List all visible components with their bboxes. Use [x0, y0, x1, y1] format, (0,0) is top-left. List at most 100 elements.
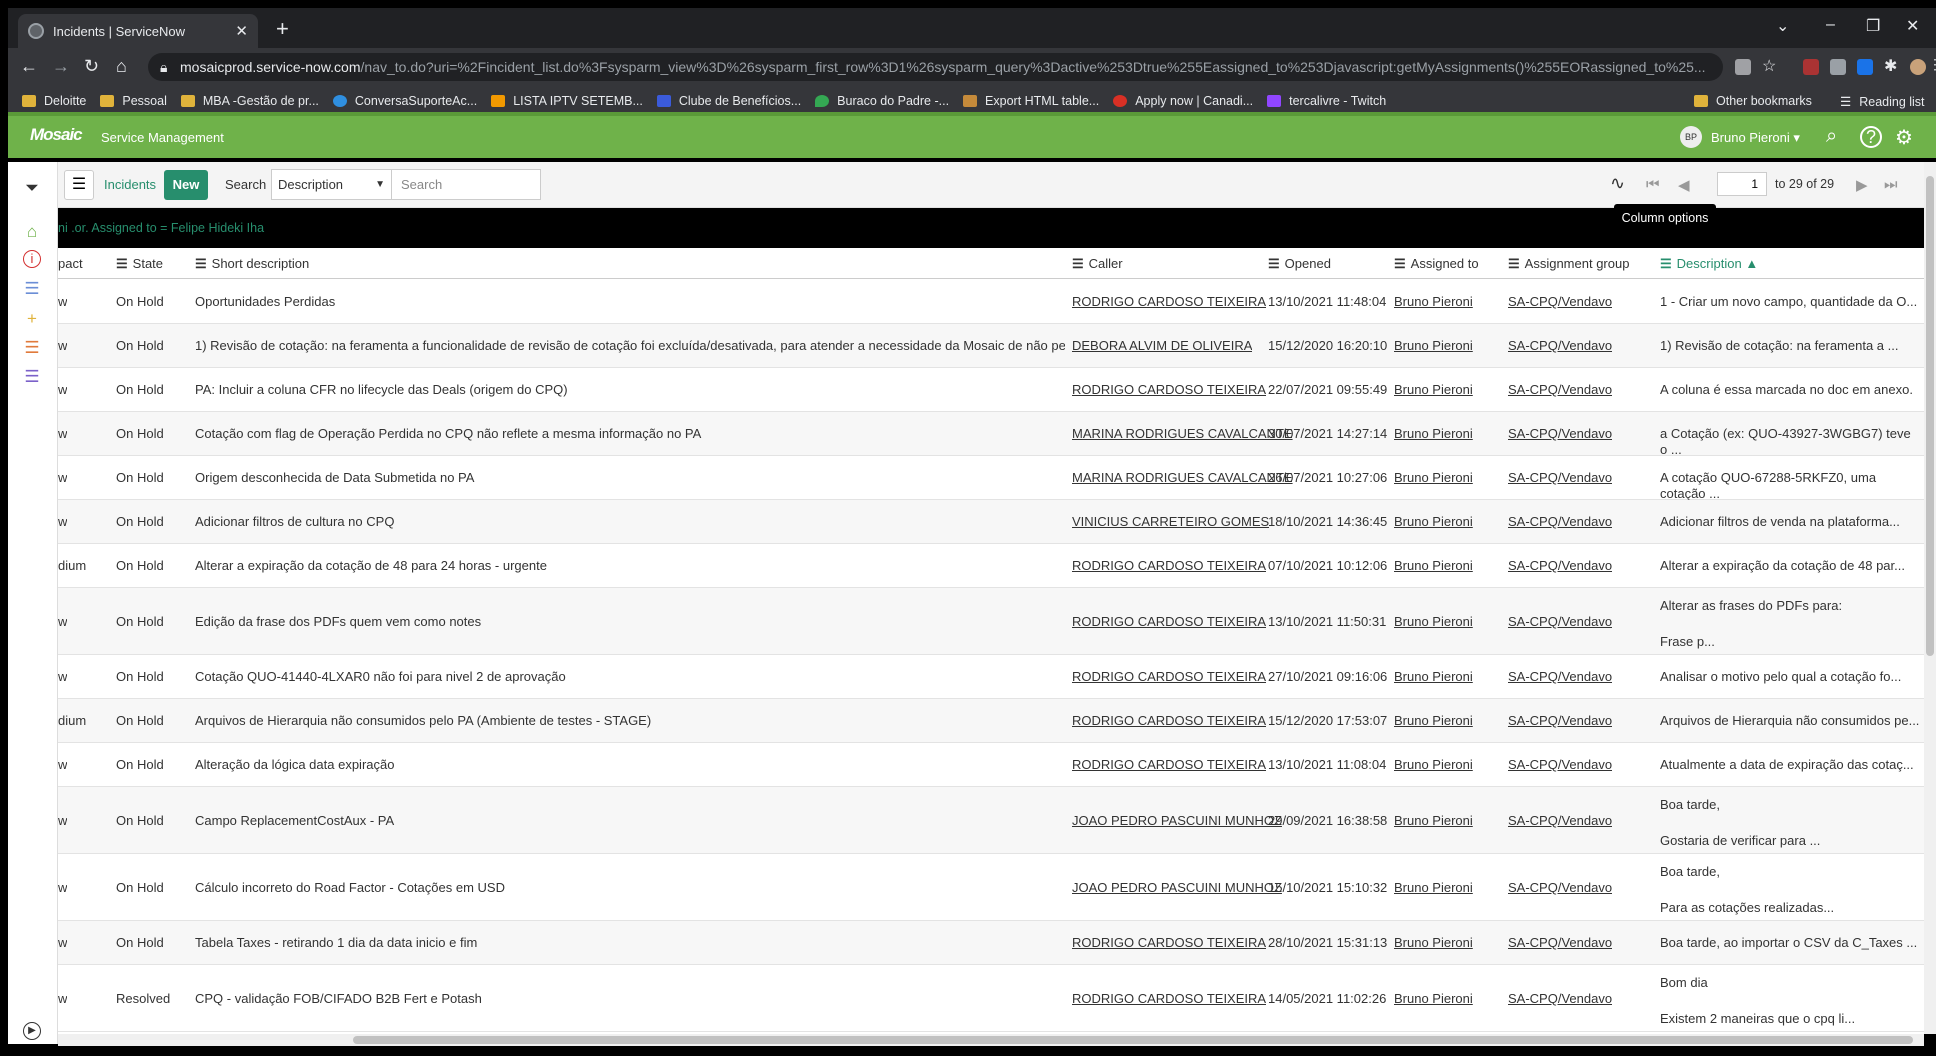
horizontal-scroll-thumb[interactable]: [353, 1036, 1913, 1044]
user-menu[interactable]: Bruno Pieroni ▾: [1711, 130, 1800, 146]
search-field-select[interactable]: Description ▼: [271, 169, 392, 200]
column-header-state[interactable]: ☰ State: [116, 256, 163, 272]
column-menu-icon[interactable]: ☰: [195, 256, 207, 271]
list-alt-icon[interactable]: ☰: [22, 367, 42, 387]
caller-link[interactable]: MARINA RODRIGUES CAVALCANTE: [1072, 426, 1293, 441]
caller-link[interactable]: DEBORA ALVIM DE OLIVEIRA: [1072, 338, 1252, 353]
assigned-to-link[interactable]: Bruno Pieroni: [1394, 935, 1473, 950]
table-row[interactable]: w On Hold Edição da frase dos PDFs quem ve…: [58, 588, 1924, 655]
assigned-to-link[interactable]: Bruno Pieroni: [1394, 294, 1473, 309]
assignment-group-link[interactable]: SA-CPQ/Vendavo: [1508, 935, 1612, 950]
bookmark-item[interactable]: LISTA IPTV SETEMB...: [491, 94, 643, 108]
new-tab-icon[interactable]: +: [276, 16, 289, 42]
horizontal-scrollbar[interactable]: [58, 1034, 1924, 1046]
bookmark-item[interactable]: Pessoal: [100, 94, 167, 108]
short-description-cell[interactable]: Alteração da lógica data expiração: [195, 757, 1065, 772]
vertical-scrollbar[interactable]: [1924, 162, 1936, 1034]
short-description-cell[interactable]: Campo ReplacementCostAux - PA: [195, 813, 1065, 828]
avatar[interactable]: BP: [1680, 126, 1702, 148]
extension-icon-3[interactable]: [1857, 59, 1873, 75]
extension-icon-2[interactable]: [1830, 59, 1846, 75]
assigned-to-link[interactable]: Bruno Pieroni: [1394, 991, 1473, 1006]
extension-icon-1[interactable]: [1803, 59, 1819, 75]
previous-page-icon[interactable]: ◀: [1678, 176, 1690, 194]
short-description-cell[interactable]: Cotação com flag de Operação Perdida no …: [195, 426, 1065, 441]
column-header-impact[interactable]: pact: [58, 256, 83, 271]
bookmark-item[interactable]: ConversaSuporteAc...: [332, 94, 477, 108]
close-tab-icon[interactable]: ✕: [235, 22, 248, 40]
table-row[interactable]: dium On Hold Arquivos de Hierarquia não co…: [58, 699, 1924, 743]
caller-link[interactable]: RODRIGO CARDOSO TEIXEIRA: [1072, 382, 1266, 397]
column-menu-icon[interactable]: ☰: [1268, 256, 1280, 271]
reading-list[interactable]: ☰ Reading list: [1840, 94, 1925, 110]
assignment-group-link[interactable]: SA-CPQ/Vendavo: [1508, 470, 1612, 485]
bookmark-item[interactable]: Clube de Benefícios...: [656, 94, 801, 108]
restore-icon[interactable]: ❐: [1866, 16, 1880, 36]
table-row[interactable]: w On Hold Tabela Taxes - retirando 1 dia d…: [58, 921, 1924, 965]
table-row[interactable]: w On Hold 1) Revisão de cotação: na ferame…: [58, 324, 1924, 368]
caller-link[interactable]: RODRIGO CARDOSO TEIXEIRA: [1072, 669, 1266, 684]
close-window-icon[interactable]: ✕: [1906, 16, 1919, 36]
short-description-cell[interactable]: Tabela Taxes - retirando 1 dia da data i…: [195, 935, 1065, 950]
assignment-group-link[interactable]: SA-CPQ/Vendavo: [1508, 382, 1612, 397]
caller-link[interactable]: RODRIGO CARDOSO TEIXEIRA: [1072, 614, 1266, 629]
table-row[interactable]: w On Hold Alteração da lógica data expiraç…: [58, 743, 1924, 787]
list-icon[interactable]: ☰: [22, 279, 42, 299]
assigned-to-link[interactable]: Bruno Pieroni: [1394, 880, 1473, 895]
caller-link[interactable]: RODRIGO CARDOSO TEIXEIRA: [1072, 713, 1266, 728]
column-menu-icon[interactable]: ☰: [1072, 256, 1084, 271]
list-menu-button[interactable]: ☰: [64, 170, 94, 200]
last-page-icon[interactable]: ⏭: [1884, 176, 1898, 193]
assignment-group-link[interactable]: SA-CPQ/Vendavo: [1508, 813, 1612, 828]
home-icon[interactable]: ⌂: [22, 222, 42, 242]
play-icon[interactable]: ▶: [23, 1022, 41, 1040]
translate-icon[interactable]: [1735, 59, 1751, 75]
table-row[interactable]: w On Hold Origem desconhecida de Data Subm…: [58, 456, 1924, 501]
assigned-to-link[interactable]: Bruno Pieroni: [1394, 470, 1473, 485]
bookmark-item[interactable]: Export HTML table...: [963, 94, 1099, 108]
forward-icon[interactable]: →: [52, 56, 70, 77]
assigned-to-link[interactable]: Bruno Pieroni: [1394, 713, 1473, 728]
breadcrumb[interactable]: ni .or. Assigned to = Felipe Hideki Iha: [58, 221, 264, 235]
assignment-group-link[interactable]: SA-CPQ/Vendavo: [1508, 294, 1612, 309]
browser-tab[interactable]: Incidents | ServiceNow ✕: [18, 14, 258, 48]
help-icon[interactable]: ?: [1860, 126, 1882, 148]
table-row[interactable]: dium On Hold Alterar a expiração da cotaçã…: [58, 544, 1924, 588]
caller-link[interactable]: MARINA RODRIGUES CAVALCANTE: [1072, 470, 1293, 485]
short-description-cell[interactable]: Cotação QUO-41440-4LXAR0 não foi para ni…: [195, 669, 1065, 684]
column-header-caller[interactable]: ☰ Caller: [1072, 256, 1123, 272]
column-header-assignment-group[interactable]: ☰ Assignment group: [1508, 256, 1629, 272]
add-icon[interactable]: +: [22, 309, 42, 329]
column-header-description[interactable]: ☰ Description ▲: [1660, 256, 1758, 272]
assignment-group-link[interactable]: SA-CPQ/Vendavo: [1508, 669, 1612, 684]
assignment-group-link[interactable]: SA-CPQ/Vendavo: [1508, 426, 1612, 441]
assignment-group-link[interactable]: SA-CPQ/Vendavo: [1508, 713, 1612, 728]
table-row[interactable]: w On Hold Campo ReplacementCostAux - PA JOA…: [58, 787, 1924, 854]
column-header-assigned-to[interactable]: ☰ Assigned to: [1394, 256, 1479, 272]
column-options-icon[interactable]: ☰: [1660, 256, 1672, 271]
bookmark-star-icon[interactable]: ☆: [1762, 56, 1776, 76]
table-row[interactable]: w Resolved CPQ - validação FOB/CIFADO B2B …: [58, 965, 1924, 1032]
ordered-list-icon[interactable]: ☰: [22, 338, 42, 358]
short-description-cell[interactable]: Origem desconhecida de Data Submetida no…: [195, 470, 1065, 485]
bookmark-item[interactable]: tercalivre - Twitch: [1267, 94, 1386, 108]
search-icon[interactable]: ⌕: [1826, 125, 1837, 148]
caller-link[interactable]: JOAO PEDRO PASCUINI MUNHOZ: [1072, 880, 1282, 895]
column-menu-icon[interactable]: ☰: [116, 256, 128, 271]
short-description-cell[interactable]: Edição da frase dos PDFs quem vem como n…: [195, 614, 1065, 629]
bookmark-item[interactable]: Deloitte: [22, 94, 86, 108]
caller-link[interactable]: VINICIUS CARRETEIRO GOMES: [1072, 514, 1269, 529]
caller-link[interactable]: RODRIGO CARDOSO TEIXEIRA: [1072, 558, 1266, 573]
home-icon[interactable]: ⌂: [116, 56, 127, 77]
assigned-to-link[interactable]: Bruno Pieroni: [1394, 514, 1473, 529]
short-description-cell[interactable]: Cálculo incorreto do Road Factor - Cotaç…: [195, 880, 1065, 895]
next-page-icon[interactable]: ▶: [1856, 176, 1868, 194]
extensions-puzzle-icon[interactable]: ✱: [1884, 56, 1897, 76]
short-description-cell[interactable]: 1) Revisão de cotação: na feramenta a fu…: [195, 338, 1065, 353]
caller-link[interactable]: RODRIGO CARDOSO TEIXEIRA: [1072, 757, 1266, 772]
short-description-cell[interactable]: PA: Incluir a coluna CFR no lifecycle da…: [195, 382, 1065, 397]
assignment-group-link[interactable]: SA-CPQ/Vendavo: [1508, 614, 1612, 629]
bookmark-item[interactable]: MBA -Gestão de pr...: [180, 94, 319, 108]
short-description-cell[interactable]: Alterar a expiração da cotação de 48 par…: [195, 558, 1065, 573]
menu-kebab-icon[interactable]: ⋮: [1928, 56, 1936, 73]
